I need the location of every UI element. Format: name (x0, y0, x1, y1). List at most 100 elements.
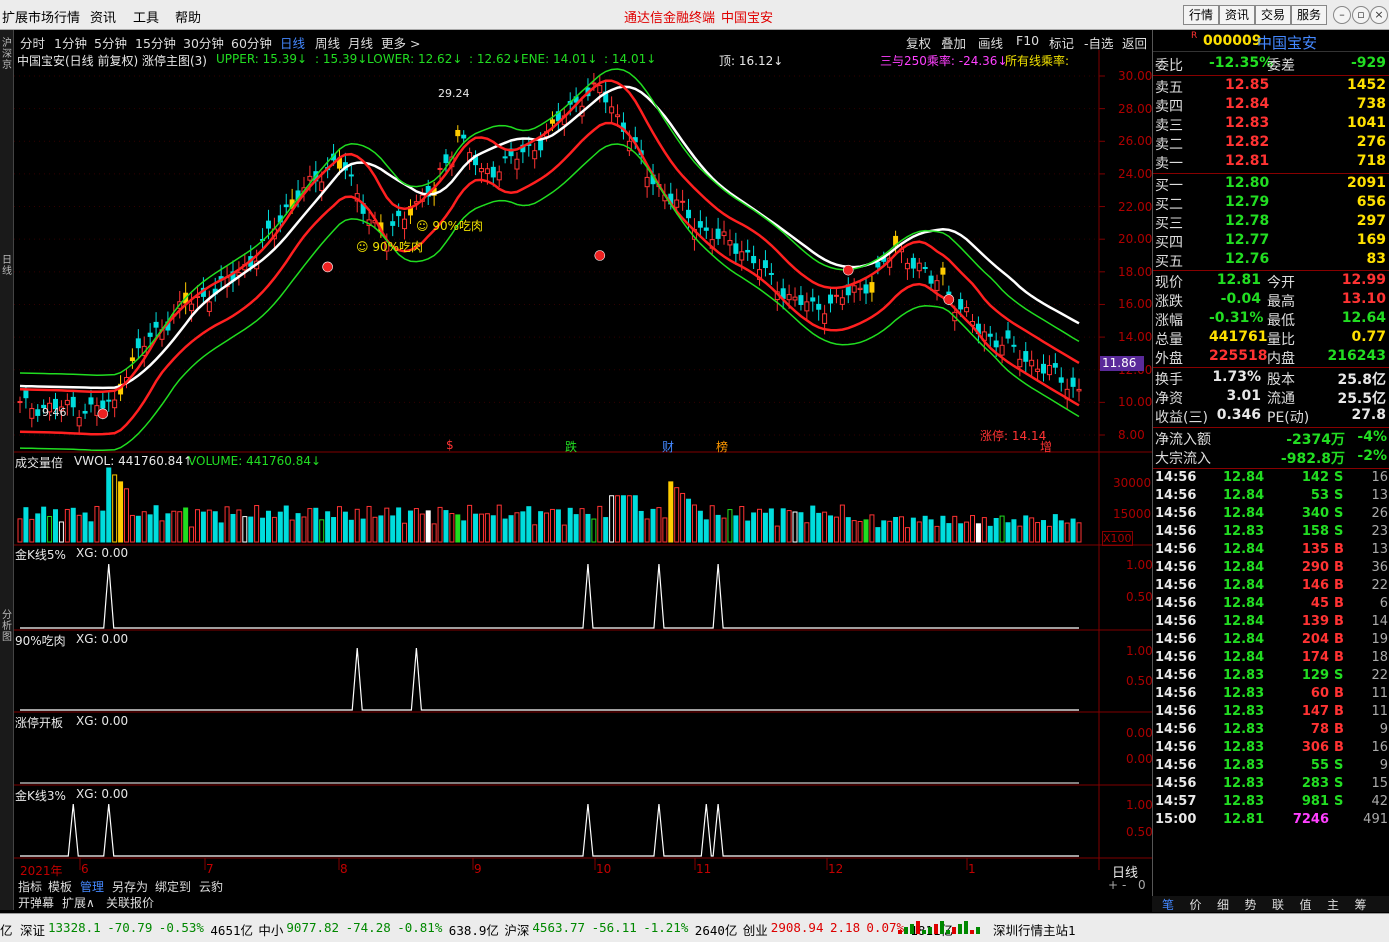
volume-bar (626, 495, 632, 543)
ask-price: 12.83 (1225, 115, 1270, 131)
zoom-out-button[interactable]: - (1122, 878, 1126, 892)
ma-line-white (19, 85, 1080, 390)
minimize-icon[interactable]: – (1333, 6, 1351, 24)
tick-count: 16 (1371, 740, 1388, 755)
danmaku-button[interactable]: 开弹幕 (18, 894, 54, 911)
volume-bar (484, 513, 490, 543)
price-axis-label: 14.00 (1118, 330, 1153, 345)
volume-bar (94, 505, 100, 543)
menu-item-tools[interactable]: 工具 (133, 7, 159, 26)
menu-item-ext-market[interactable]: 扩展市场行情 (2, 7, 80, 26)
candle-body (703, 227, 709, 231)
breadth-bar (970, 930, 974, 934)
quote-button[interactable]: 行情 (1183, 5, 1220, 25)
tick-row: 14:56 12.84 204 B 19 (1153, 632, 1389, 650)
volume-bar (1023, 515, 1029, 543)
tab-template[interactable]: 模板 (48, 878, 72, 895)
event-marker-finance[interactable]: 财 (662, 438, 674, 455)
ask-volume: 718 (1356, 153, 1386, 169)
reset-button[interactable]: 0 (1138, 878, 1146, 892)
volume-bar (798, 512, 804, 543)
volume-bar (745, 520, 751, 543)
event-marker-board[interactable]: 榜 (716, 438, 728, 455)
ask-label: 卖二 (1155, 137, 1183, 153)
quote-tab[interactable]: 笔 (1162, 896, 1174, 913)
index-name[interactable]: 创业 (743, 920, 768, 939)
event-marker-fall[interactable]: 跌 (565, 438, 577, 455)
ratio-value: 三与250乘率: -24.36↓ (880, 54, 1008, 68)
tab-indicator[interactable]: 指标 (18, 878, 42, 895)
tab-save-as[interactable]: 另存为 (112, 878, 148, 895)
vtab-analysis[interactable]: 分析图 (2, 610, 12, 643)
volume-bar (455, 514, 461, 543)
trade-button[interactable]: 交易 (1255, 5, 1292, 25)
candle-body (106, 399, 112, 402)
f10-button[interactable]: F10 (1016, 33, 1039, 48)
tick-count: 15 (1371, 776, 1388, 791)
vtab-daily[interactable]: 日线 (2, 255, 12, 277)
volume-bar (674, 487, 680, 543)
tab-manage[interactable]: 管理 (80, 878, 104, 895)
service-button[interactable]: 服务 (1291, 5, 1328, 25)
tick-time: 14:56 (1155, 470, 1197, 485)
index-value[interactable]: 13328.1 (48, 920, 101, 935)
ask-price: 12.82 (1225, 134, 1270, 150)
index-name[interactable]: 深证 (20, 920, 45, 939)
menu-item-help[interactable]: 帮助 (175, 7, 201, 26)
index-value[interactable]: 4563.77 (532, 920, 585, 935)
volume-bar (206, 509, 212, 543)
zoom-in-button[interactable]: + (1108, 878, 1118, 892)
limit-up-label: 涨停: 14.14 (980, 429, 1047, 443)
quote-tab[interactable]: 主 (1327, 896, 1339, 913)
chart-area[interactable]: 中国宝安(日线 前复权) 涨停主图(3) UPPER: 15.39↓ : 15.… (14, 50, 1153, 881)
bottom-toolbar: 开弹幕 扩展∧ 关联报价 (14, 894, 1152, 910)
event-marker-dollar[interactable]: $ (446, 438, 454, 452)
quote-tab[interactable]: 联 (1272, 896, 1284, 913)
volume-bar (597, 505, 603, 543)
quote-tab[interactable]: 细 (1217, 896, 1229, 913)
tab-bind-to[interactable]: 绑定到 (155, 878, 191, 895)
volume-bar (691, 504, 697, 543)
volume-bar (762, 512, 768, 543)
quote-tab[interactable]: 值 (1300, 896, 1312, 913)
vtab-market[interactable]: 沪深京 (2, 38, 12, 71)
quote-tab[interactable]: 势 (1245, 896, 1257, 913)
index-name[interactable]: 中小 (258, 920, 283, 939)
all-ratio-label: 所有线乘率: (1005, 54, 1070, 68)
maximize-icon[interactable]: ▫ (1352, 6, 1370, 24)
volume-bar (331, 517, 337, 543)
time-axis-label: 1 (968, 862, 976, 876)
volume-bar (620, 495, 626, 543)
divider (1153, 427, 1389, 428)
volume-bar (254, 505, 260, 543)
tick-price: 12.84 (1223, 488, 1265, 503)
index-name[interactable]: 沪深 (504, 920, 529, 939)
menu-item-news[interactable]: 资讯 (90, 7, 116, 26)
index-value[interactable]: 2908.94 (771, 920, 824, 935)
candle-body (307, 175, 313, 181)
related-quote-button[interactable]: 关联报价 (106, 894, 154, 911)
index-value[interactable]: 9077.82 (286, 920, 339, 935)
tick-price: 12.83 (1223, 776, 1265, 791)
quote-tab[interactable]: 筹 (1355, 896, 1367, 913)
band-lower-green (19, 143, 1080, 451)
volume-bar (910, 517, 916, 543)
tick-direction: B (1334, 650, 1344, 665)
volume-bar (313, 507, 319, 543)
stat2-value: 1.73% (1212, 369, 1261, 385)
volume-bar (1046, 525, 1052, 543)
price-axis-label: 26.00 (1118, 134, 1153, 149)
event-marker-increase[interactable]: 增 (1040, 438, 1052, 455)
sub3-axis-a: 0.00 (1126, 726, 1153, 740)
info-button[interactable]: 资讯 (1219, 5, 1256, 25)
volume-bar (721, 517, 727, 543)
tick-direction: B (1334, 560, 1344, 575)
volume-bar (271, 516, 277, 543)
server-name[interactable]: 深圳行情主站1 (993, 920, 1076, 939)
expand-button[interactable]: 扩展∧ (62, 894, 95, 911)
tab-cloud[interactable]: 云豹 (199, 878, 223, 895)
quote-tab[interactable]: 价 (1190, 896, 1202, 913)
tick-time: 14:56 (1155, 722, 1197, 737)
close-icon[interactable]: × (1370, 6, 1388, 24)
candle-body (100, 400, 106, 409)
